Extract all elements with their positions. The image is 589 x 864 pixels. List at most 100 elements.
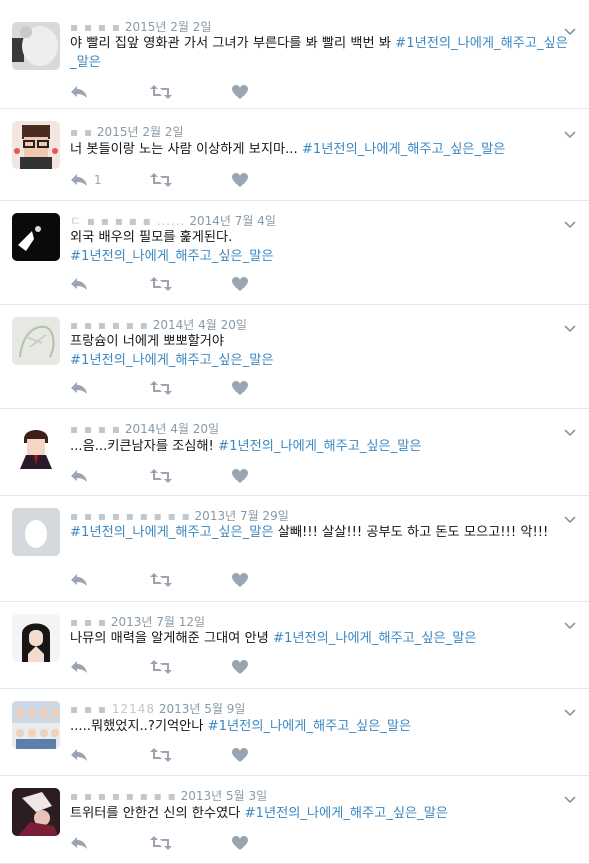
heart-icon [232, 276, 248, 291]
tweet-header: ▪ ▪ ▪ 12148 2013년 5월 9일 [70, 700, 245, 717]
reply-button[interactable] [70, 571, 94, 589]
reply-button[interactable] [70, 379, 94, 397]
tweet-actions [70, 83, 270, 101]
avatar[interactable] [12, 121, 60, 169]
user-name[interactable]: ▪ ▪ ▪ 12148 [70, 702, 155, 716]
retweet-button[interactable] [150, 658, 172, 676]
avatar[interactable] [12, 317, 60, 365]
reply-button[interactable] [70, 658, 94, 676]
heart-icon [232, 835, 248, 850]
user-name[interactable]: ▪ ▪ ▪ ▪ ▪ ▪ ▪ ▪ ▪ [70, 509, 191, 523]
tweet-date[interactable]: 2015년 2월 2일 [125, 20, 212, 34]
tweet-body: .....뭐했었지..?기억안나 [70, 719, 208, 734]
avatar[interactable] [12, 22, 60, 70]
chevron-down-icon[interactable] [563, 319, 577, 333]
reply-button[interactable] [70, 834, 94, 852]
tweet-date[interactable]: 2014년 7월 4일 [189, 214, 276, 228]
tweet[interactable]: ▪ ▪ ▪ 2013년 7월 12일 나뮤의 매력을 알게해준 그대여 안녕 #… [0, 602, 589, 689]
hashtag-link[interactable]: #1년전의_나에게_해주고_싶은_말은 [245, 806, 449, 821]
tweet[interactable]: ▪ ▪ ▪ 12148 2013년 5월 9일 .....뭐했었지..?기억안나… [0, 689, 589, 776]
like-button[interactable] [232, 275, 248, 293]
retweet-button[interactable] [150, 83, 172, 101]
like-button[interactable] [232, 658, 248, 676]
retweet-button[interactable] [150, 571, 172, 589]
user-name[interactable]: ▪ ▪ ▪ ▪ [70, 20, 121, 34]
hashtag-link[interactable]: #1년전의_나에게_해주고_싶은_말은 [302, 142, 506, 157]
like-button[interactable] [232, 746, 248, 764]
tweet-date[interactable]: 2013년 7월 29일 [195, 509, 289, 523]
chevron-down-icon[interactable] [563, 616, 577, 630]
avatar[interactable] [12, 701, 60, 749]
tweet-date[interactable]: 2013년 5월 9일 [159, 702, 246, 716]
tweet-header: ▪ ▪ ▪ ▪ ▪ ▪ 2014년 4월 20일 [70, 316, 247, 333]
avatar[interactable] [12, 508, 60, 556]
like-button[interactable] [232, 171, 248, 189]
tweet-actions [70, 467, 270, 485]
reply-button[interactable] [70, 467, 94, 485]
like-button[interactable] [232, 379, 248, 397]
hashtag-link[interactable]: #1년전의_나에게_해주고_싶은_말은 [70, 525, 274, 540]
tweet[interactable]: ▪ ▪ ▪ ▪ ▪ ▪ ▪ ▪ 2013년 5월 3일 트위터를 안한건 신의 … [0, 776, 589, 864]
avatar[interactable] [12, 788, 60, 836]
reply-button[interactable] [70, 746, 94, 764]
retweet-button[interactable] [150, 171, 172, 189]
hashtag-link[interactable]: #1년전의_나에게_해주고_싶은_말은 [70, 353, 274, 368]
heart-icon [232, 380, 248, 395]
tweet-actions: 1 [70, 171, 270, 189]
tweet-date[interactable]: 2015년 2월 2일 [97, 125, 184, 139]
like-button[interactable] [232, 83, 248, 101]
chevron-down-icon[interactable] [563, 703, 577, 717]
tweet[interactable]: ▪ ▪ ▪ ▪ ▪ ▪ ▪ ▪ ▪ 2013년 7월 29일 #1년전의_나에게… [0, 496, 589, 602]
like-button[interactable] [232, 467, 248, 485]
tweet-date[interactable]: 2014년 4월 20일 [153, 318, 247, 332]
retweet-icon [150, 381, 172, 395]
retweet-button[interactable] [150, 467, 172, 485]
chevron-down-icon[interactable] [563, 423, 577, 437]
hashtag-link[interactable]: #1년전의_나에게_해주고_싶은_말은 [70, 249, 274, 264]
tweet[interactable]: ▪ ▪ 2015년 2월 2일 너 봇들이랑 노는 사람 이상하게 보지마...… [0, 109, 589, 201]
chevron-down-icon[interactable] [563, 215, 577, 229]
retweet-icon [150, 748, 172, 762]
user-name[interactable]: ㄷ ▪ ▪ ▪ ▪ ▪ ...... [70, 214, 185, 228]
tweet[interactable]: ▪ ▪ ▪ ▪ 2015년 2월 2일 야 빨리 집앞 영화관 가서 그녀가 부… [0, 0, 589, 109]
user-name[interactable]: ▪ ▪ [70, 125, 93, 139]
tweet-body: 트위터를 안한건 신의 한수였다 [70, 806, 245, 821]
retweet-button[interactable] [150, 746, 172, 764]
tweet-actions [70, 834, 270, 852]
chevron-down-icon[interactable] [563, 790, 577, 804]
hashtag-link[interactable]: #1년전의_나에게_해주고_싶은_말은 [273, 631, 477, 646]
reply-icon [71, 174, 87, 186]
tweet[interactable]: ㄷ ▪ ▪ ▪ ▪ ▪ ...... 2014년 7월 4일 외국 배우의 필모… [0, 201, 589, 305]
like-button[interactable] [232, 571, 248, 589]
retweet-button[interactable] [150, 379, 172, 397]
reply-button[interactable] [70, 83, 94, 101]
tweet-date[interactable]: 2013년 7월 12일 [111, 615, 205, 629]
reply-button[interactable]: 1 [70, 171, 102, 189]
reply-button[interactable] [70, 275, 94, 293]
tweet-text: #1년전의_나에게_해주고_싶은_말은 살빼!!! 살살!!! 공부도 하고 돈… [70, 523, 569, 542]
retweet-icon [150, 173, 172, 187]
avatar[interactable] [12, 614, 60, 662]
hashtag-link[interactable]: #1년전의_나에게_해주고_싶은_말은 [208, 719, 412, 734]
heart-icon [232, 747, 248, 762]
user-name[interactable]: ▪ ▪ ▪ [70, 615, 107, 629]
chevron-down-icon[interactable] [563, 125, 577, 139]
avatar[interactable] [12, 421, 60, 469]
user-name[interactable]: ▪ ▪ ▪ ▪ ▪ ▪ ▪ ▪ [70, 789, 177, 803]
tweet-date[interactable]: 2013년 5월 3일 [181, 789, 268, 803]
tweet[interactable]: ▪ ▪ ▪ ▪ 2014년 4월 20일 ...음...키큰남자를 조심해! #… [0, 409, 589, 496]
hashtag-link[interactable]: #1년전의_나에게_해주고_싶은_말은 [218, 439, 422, 454]
tweet-date[interactable]: 2014년 4월 20일 [125, 422, 219, 436]
chevron-down-icon[interactable] [563, 22, 577, 36]
tweet-text: 프랑슘이 너에게 뽀뽀할거야 #1년전의_나에게_해주고_싶은_말은 [70, 332, 569, 370]
avatar[interactable] [12, 213, 60, 261]
retweet-button[interactable] [150, 834, 172, 852]
user-name[interactable]: ▪ ▪ ▪ ▪ [70, 422, 121, 436]
like-button[interactable] [232, 834, 248, 852]
retweet-button[interactable] [150, 275, 172, 293]
user-name[interactable]: ▪ ▪ ▪ ▪ ▪ ▪ [70, 318, 149, 332]
tweet-body: 너 봇들이랑 노는 사람 이상하게 보지마... [70, 142, 302, 157]
chevron-down-icon[interactable] [563, 510, 577, 524]
reply-icon [71, 749, 87, 761]
tweet[interactable]: ▪ ▪ ▪ ▪ ▪ ▪ 2014년 4월 20일 프랑슘이 너에게 뽀뽀할거야 … [0, 305, 589, 409]
